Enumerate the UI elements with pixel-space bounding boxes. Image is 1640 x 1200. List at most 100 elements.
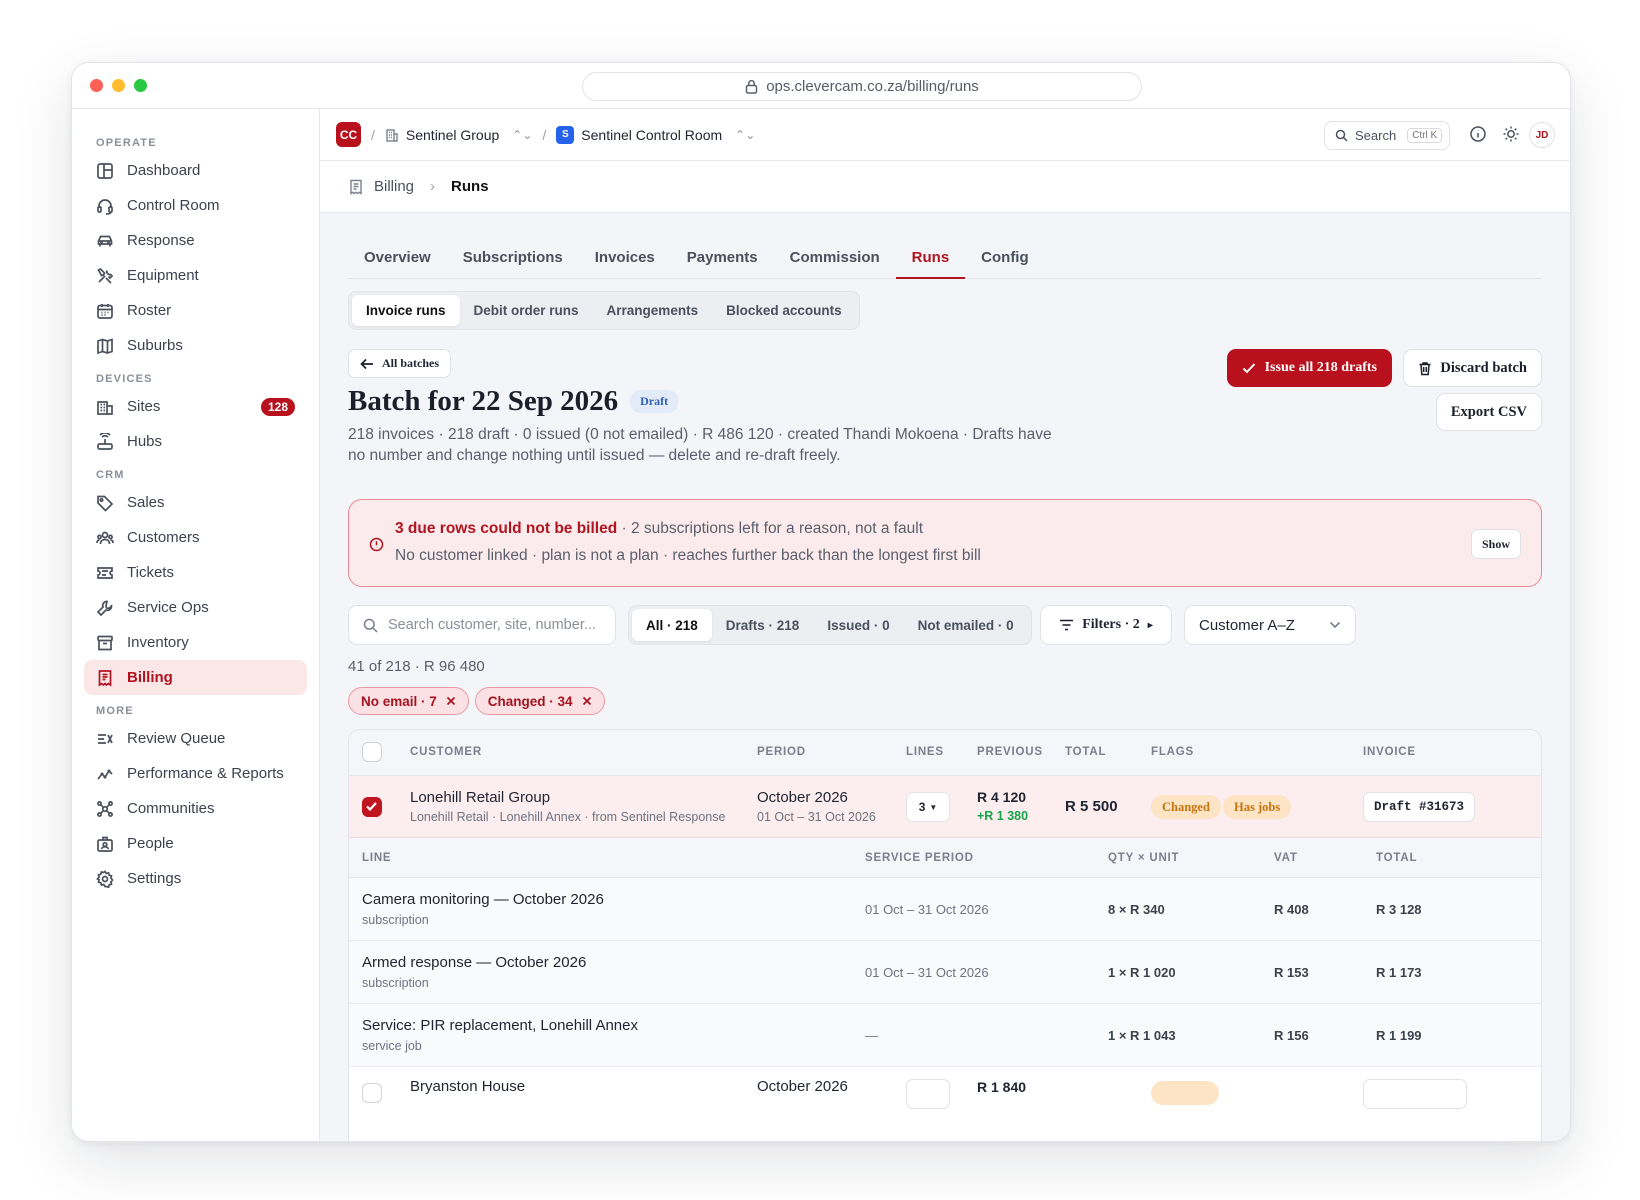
status-filter: All · 218 Drafts · 218 Issued · 0 Not email… <box>628 605 1032 645</box>
tab-subscriptions[interactable]: Subscriptions <box>447 249 579 278</box>
column-flags[interactable]: FLAGS <box>1151 746 1194 758</box>
segment-not-emailed[interactable]: Not emailed · 0 <box>904 609 1028 641</box>
close-icon[interactable] <box>582 696 592 706</box>
filter-chip[interactable]: No email · 7 <box>348 687 469 715</box>
sidebar-item-label: Control Room <box>127 197 220 214</box>
building-icon <box>97 400 113 415</box>
tab-runs[interactable]: Runs <box>895 249 966 279</box>
subtab-debit-order-runs[interactable]: Debit order runs <box>460 295 593 326</box>
tab-commission[interactable]: Commission <box>774 249 896 278</box>
tab-payments[interactable]: Payments <box>671 249 774 278</box>
info-icon[interactable] <box>1469 125 1487 143</box>
select-all-checkbox[interactable] <box>362 742 382 762</box>
column-invoice[interactable]: INVOICE <box>1363 746 1416 758</box>
subtab-blocked-accounts[interactable]: Blocked accounts <box>712 295 856 326</box>
close-icon[interactable] <box>446 696 456 706</box>
row-checkbox[interactable] <box>362 797 382 817</box>
sidebar-item-review-queue[interactable]: Review Queue <box>84 721 307 756</box>
address-bar[interactable]: ops.clevercam.co.za/billing/runs <box>582 72 1142 101</box>
issue-all-drafts-button[interactable]: Issue all 218 drafts <box>1226 349 1392 387</box>
invoice-draft-button[interactable]: Draft #31673 <box>1363 792 1476 822</box>
column-customer[interactable]: CUSTOMER <box>410 746 482 758</box>
user-avatar[interactable]: JD <box>1529 122 1555 148</box>
line-total: R 1 173 <box>1376 965 1422 980</box>
sidebar-item-settings[interactable]: Settings <box>84 861 307 896</box>
sidebar-item-label: Sites <box>127 398 161 415</box>
sidebar-item-suburbs[interactable]: Suburbs <box>84 328 307 363</box>
filters-label: Filters · 2 <box>1082 617 1140 632</box>
all-batches-label: All batches <box>382 356 439 370</box>
lines-toggle[interactable] <box>906 1079 950 1109</box>
sidebar-item-dashboard[interactable]: Dashboard <box>84 153 307 188</box>
subtab-invoice-runs[interactable]: Invoice runs <box>352 295 460 326</box>
sidebar-item-customers[interactable]: Customers <box>84 520 307 555</box>
line-item-row: Camera monitoring — October 2026 subscri… <box>349 878 1541 941</box>
breadcrumb-parent[interactable]: Billing <box>374 178 414 195</box>
tab-overview[interactable]: Overview <box>348 249 447 278</box>
app-logo[interactable]: CC <box>336 122 361 147</box>
column-period[interactable]: PERIOD <box>757 746 806 758</box>
sidebar-section-label: CRM <box>96 469 125 481</box>
segment-all[interactable]: All · 218 <box>632 609 712 641</box>
row-checkbox[interactable] <box>362 1083 382 1103</box>
export-csv-button[interactable]: Export CSV <box>1435 393 1542 431</box>
invoice-search-input[interactable]: Search customer, site, number... <box>348 605 616 645</box>
segment-drafts[interactable]: Drafts · 218 <box>712 609 814 641</box>
lines-count: 3 <box>918 800 926 814</box>
sidebar-item-communities[interactable]: Communities <box>84 791 307 826</box>
tab-config[interactable]: Config <box>965 249 1044 278</box>
sidebar-item-inventory[interactable]: Inventory <box>84 625 307 660</box>
sidebar-item-control-room[interactable]: Control Room <box>84 188 307 223</box>
trash-icon <box>1419 361 1431 375</box>
sidebar-item-people[interactable]: People <box>84 826 307 861</box>
global-search-button[interactable]: Search Ctrl K <box>1324 121 1450 150</box>
sort-select[interactable]: Customer A–Z <box>1184 605 1356 645</box>
table-row[interactable]: Bryanston House October 2026 R 1 840 <box>349 1067 1541 1127</box>
minimize-window-button[interactable] <box>112 79 125 92</box>
filter-chip[interactable]: Changed · 34 <box>474 687 605 715</box>
workspace-switcher[interactable]: S Sentinel Control Room ⌃⌄ <box>556 125 755 144</box>
show-unbilled-button[interactable]: Show <box>1470 529 1521 559</box>
filters-button[interactable]: Filters · 2 ▸ <box>1040 605 1172 645</box>
customer-name[interactable]: Bryanston House <box>410 1078 525 1095</box>
sidebar-item-tickets[interactable]: Tickets <box>84 555 307 590</box>
column-lines[interactable]: LINES <box>906 746 944 758</box>
sidebar-item-response[interactable]: Response <box>84 223 307 258</box>
customer-name[interactable]: Lonehill Retail Group <box>410 789 550 806</box>
theme-toggle-icon[interactable] <box>1502 125 1520 143</box>
sidebar-item-equipment[interactable]: Equipment <box>84 258 307 293</box>
discard-batch-button[interactable]: Discard batch <box>1403 349 1542 387</box>
line-vat: R 153 <box>1274 965 1309 980</box>
sidebar-item-service-ops[interactable]: Service Ops <box>84 590 307 625</box>
sidebar-item-roster[interactable]: Roster <box>84 293 307 328</box>
org-switcher[interactable]: Sentinel Group ⌃⌄ <box>385 127 532 143</box>
chart-icon <box>97 768 113 780</box>
alert-detail: No customer linked · plan is not a plan … <box>395 547 981 564</box>
users-icon <box>96 531 114 544</box>
table-row[interactable]: Lonehill Retail Group Lonehill Retail · … <box>349 776 1541 838</box>
sidebar-item-label: Hubs <box>127 433 163 450</box>
gear-icon <box>96 869 114 888</box>
close-window-button[interactable] <box>90 79 103 92</box>
sidebar-item-performance-reports[interactable]: Performance & Reports <box>84 756 307 791</box>
page-title: Batch for 22 Sep 2026 Draft <box>348 385 679 418</box>
flag-has-jobs: Has jobs <box>1223 795 1292 819</box>
line-qty-unit: 1 × R 1 043 <box>1108 1028 1176 1043</box>
sidebar: OPERATE Dashboard Control Room Response Equi… <box>72 109 320 1141</box>
tab-invoices[interactable]: Invoices <box>579 249 671 278</box>
subtab-arrangements[interactable]: Arrangements <box>593 295 713 326</box>
invoice-draft-button[interactable] <box>1363 1079 1467 1109</box>
lines-toggle[interactable]: 3 ▼ <box>906 792 950 822</box>
all-batches-button[interactable]: All batches <box>348 349 451 378</box>
segment-issued[interactable]: Issued · 0 <box>813 609 903 641</box>
line-type: service job <box>362 1039 422 1053</box>
sidebar-item-sites[interactable]: Sites 128 <box>84 389 307 424</box>
column-previous[interactable]: PREVIOUS <box>977 746 1043 758</box>
sidebar-item-billing[interactable]: Billing <box>84 660 307 695</box>
sidebar-item-hubs[interactable]: Hubs <box>84 424 307 459</box>
network-icon <box>97 800 113 817</box>
sidebar-item-sales[interactable]: Sales <box>84 485 307 520</box>
column-total[interactable]: TOTAL <box>1065 746 1106 758</box>
row-previous: R 1 840 <box>977 1079 1027 1095</box>
maximize-window-button[interactable] <box>134 79 147 92</box>
